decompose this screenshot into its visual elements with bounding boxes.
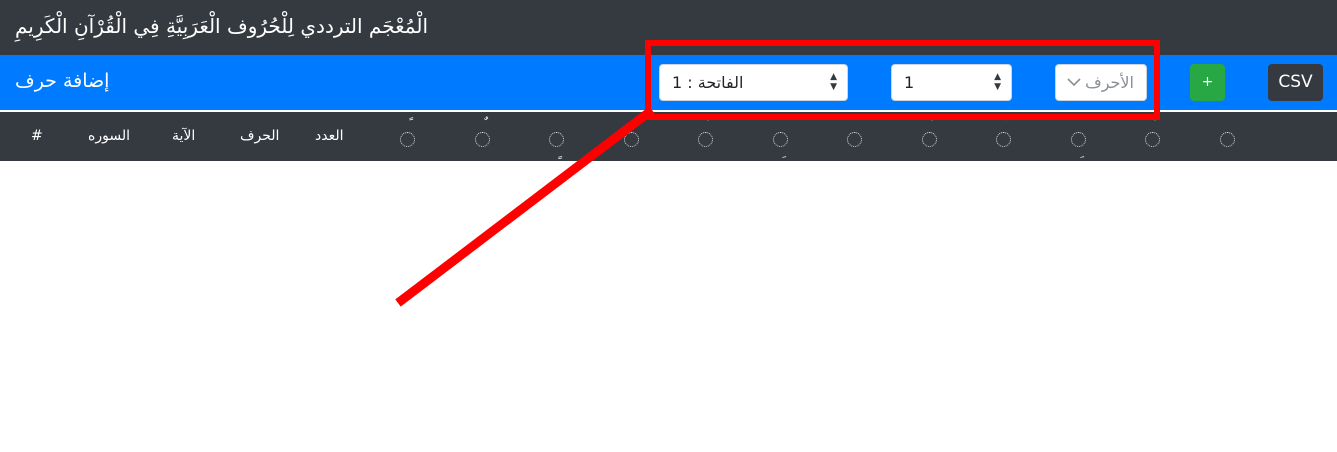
diacritic-column-header: َ	[696, 128, 716, 150]
annotation-highlight-box	[645, 40, 1160, 120]
diacritic-column-header: َ	[622, 128, 642, 150]
diacritic-column-header: ٌ	[473, 128, 493, 150]
csv-export-button[interactable]: CSV	[1268, 64, 1323, 101]
add-button[interactable]: +	[1190, 64, 1225, 101]
diacritic-column-header: ِ	[771, 128, 791, 150]
diacritic-column-header: ْ	[845, 128, 865, 150]
diacritic-column-header: ِّ	[1069, 128, 1089, 150]
app-title: الْمُعْجَم الترددي لِلْحُرُوف الْعَرَبِي…	[15, 14, 429, 38]
diacritic-column-header: ًّ	[920, 128, 940, 150]
header-letter: الحرف	[240, 128, 280, 144]
diacritic-column-header: ُّ	[994, 128, 1014, 150]
diacritic-column-header: َّ	[1143, 128, 1163, 150]
diacritic-column-header	[1218, 128, 1238, 150]
diacritic-column-header: ٍ	[547, 128, 567, 150]
header-surah: السوره	[88, 128, 130, 144]
add-letter-label: إضافة حرف	[15, 70, 110, 92]
header-index: #	[31, 128, 43, 144]
header-ayah: الآية	[172, 128, 196, 144]
diacritic-column-header: ً	[398, 128, 418, 150]
header-count: العدد	[315, 128, 344, 144]
